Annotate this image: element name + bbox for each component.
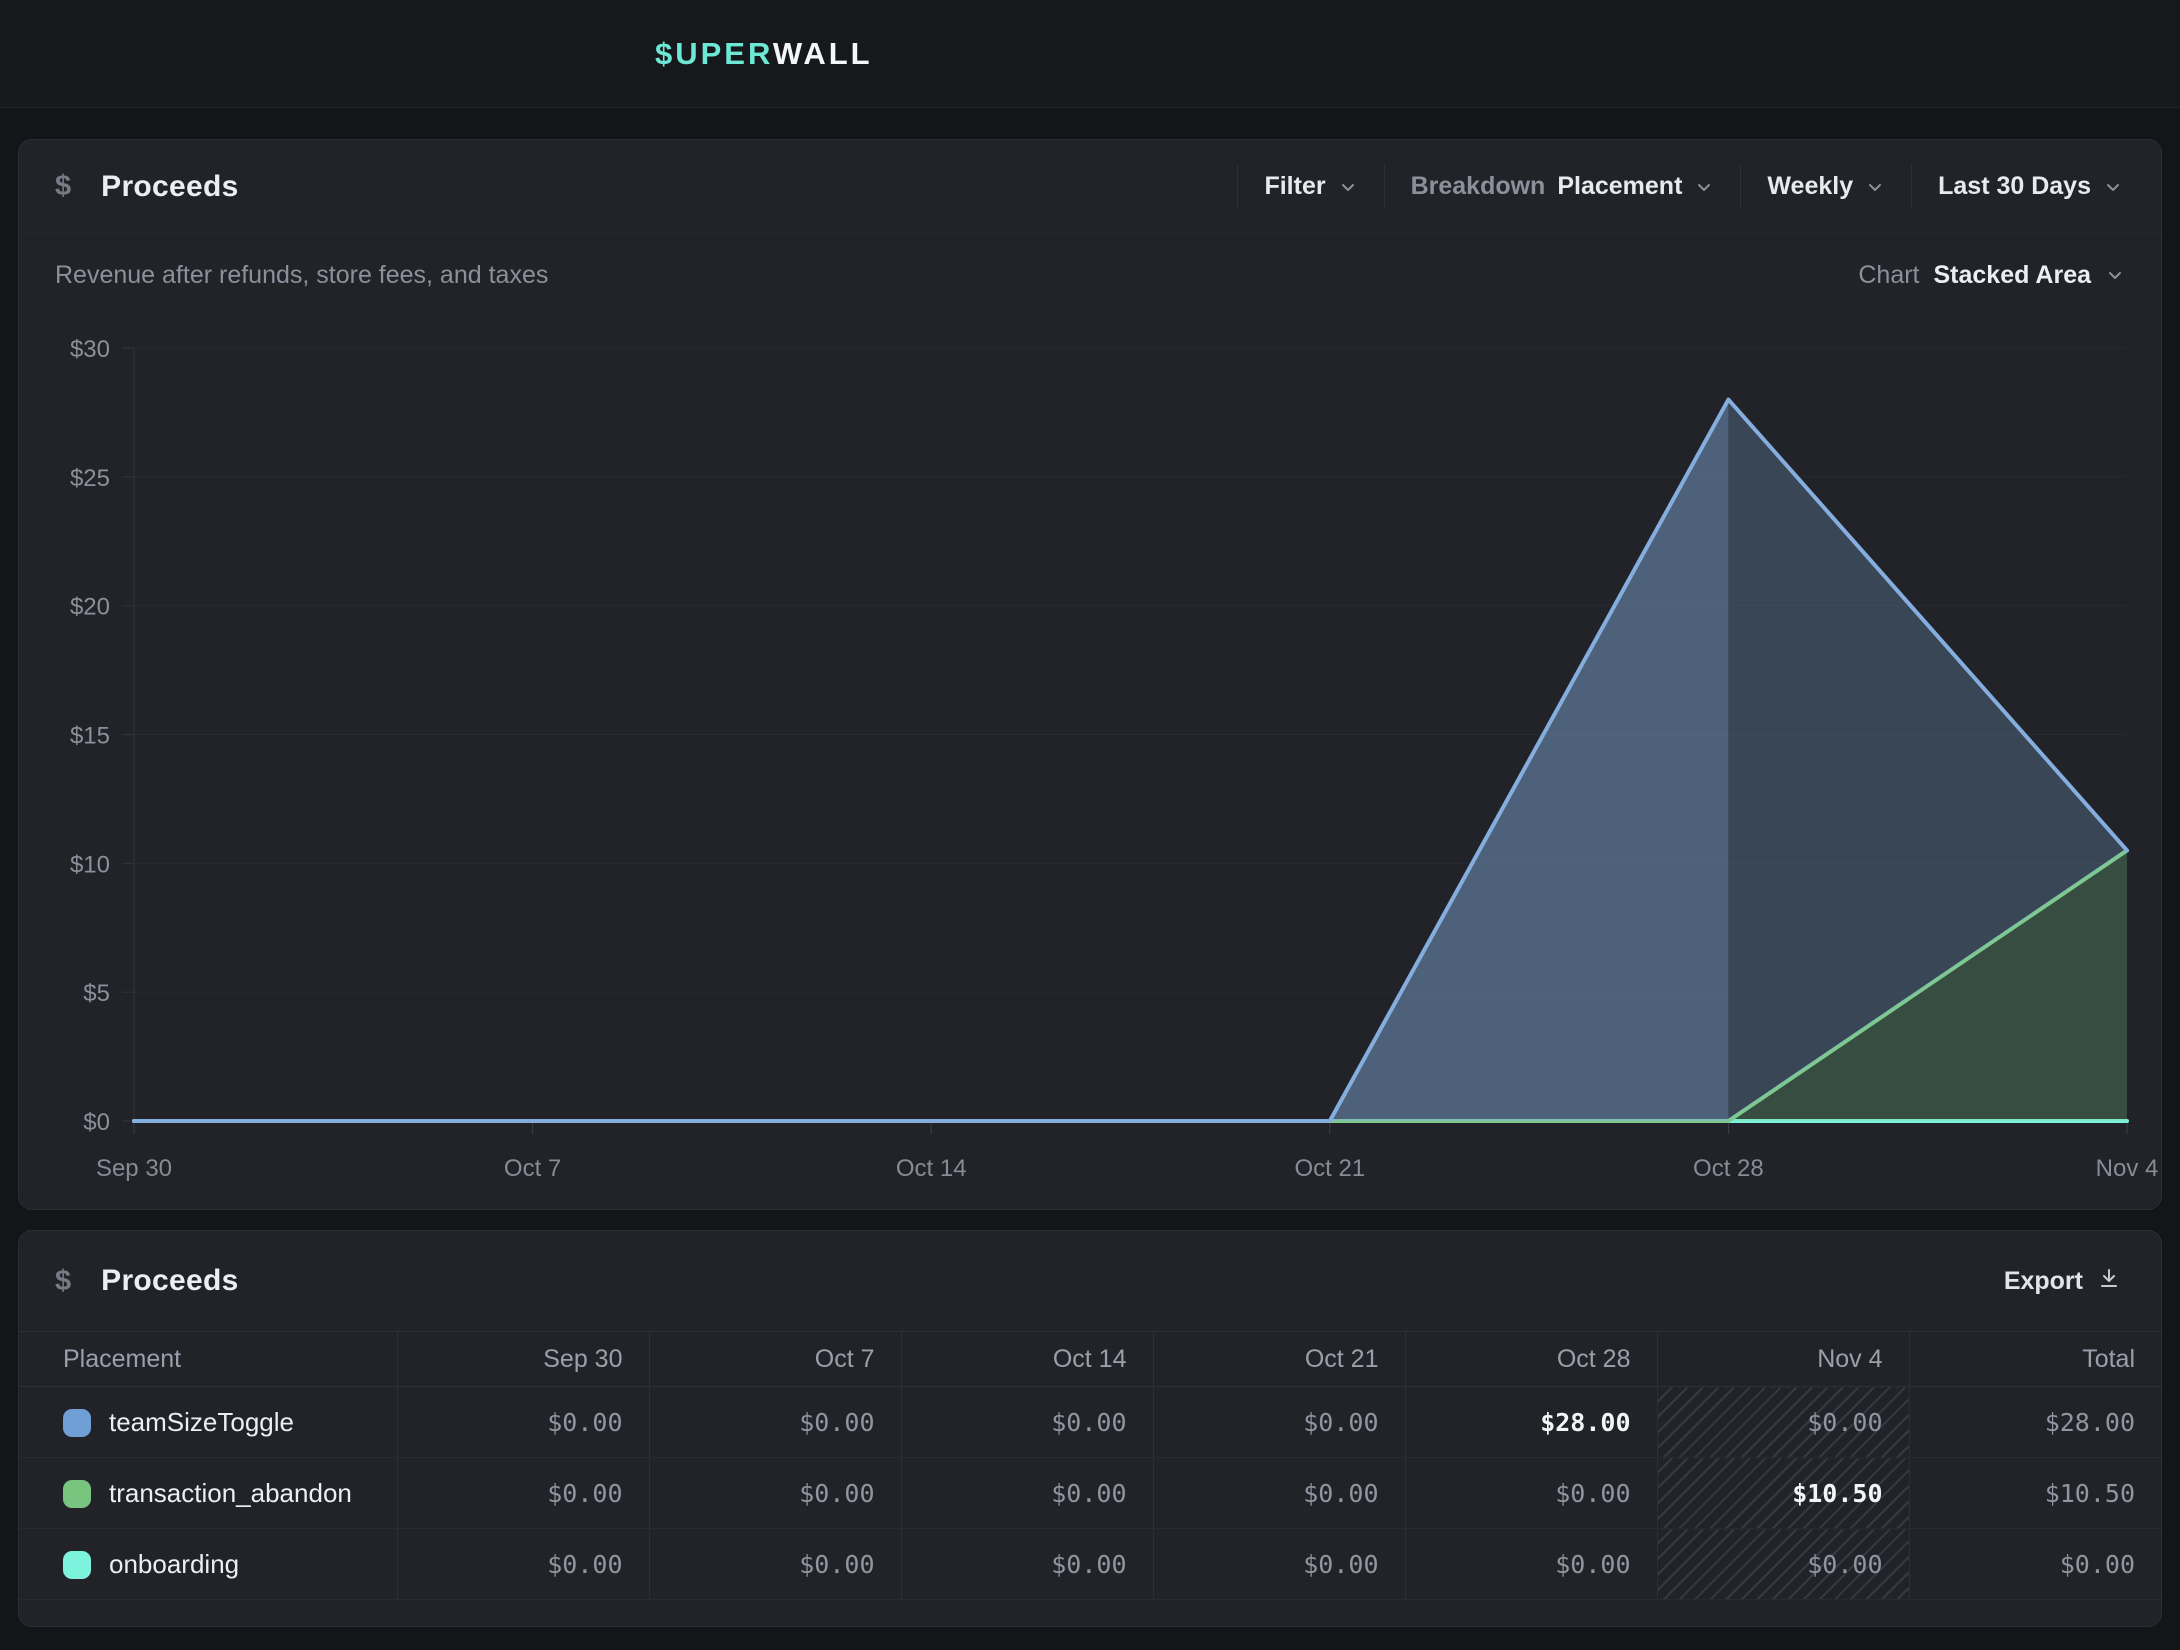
svg-text:$30: $30: [70, 336, 110, 363]
column-header-placement: Placement: [19, 1332, 397, 1387]
table-row[interactable]: transaction_abandon $0.00 $0.00 $0.00 $0…: [19, 1458, 2161, 1529]
chart-subtitle: Revenue after refunds, store fees, and t…: [55, 261, 548, 290]
chevron-down-icon: [1865, 177, 1885, 197]
value-cell: $0.00: [649, 1387, 901, 1458]
table-card-header: $ Proceeds Export: [19, 1231, 2161, 1331]
value-cell: $10.50: [1657, 1458, 1909, 1529]
logo-primary: $UPER: [655, 36, 773, 71]
breakdown-dropdown[interactable]: Breakdown Placement: [1385, 172, 1741, 201]
svg-text:$15: $15: [70, 723, 110, 750]
value-cell: $28.00: [1405, 1387, 1657, 1458]
value-cell: $0.00: [1153, 1458, 1405, 1529]
chart-card-title: Proceeds: [101, 170, 238, 204]
chevron-down-icon: [2103, 177, 2123, 197]
table-header-row: Placement Sep 30 Oct 7 Oct 14 Oct 21 Oct…: [19, 1332, 2161, 1387]
svg-text:Nov 4: Nov 4: [2096, 1155, 2159, 1182]
stacked-area-chart[interactable]: $30 $25 $20 $15 $10 $5 $0 Sep 30 Oct 7 Oct 14 Oct …: [19, 324, 2161, 1210]
table-card-title: Proceeds: [101, 1264, 238, 1298]
column-header-date: Oct 7: [649, 1332, 901, 1387]
top-nav: $UPERWALL: [0, 0, 2180, 108]
chart-type-value: Stacked Area: [1934, 261, 2092, 290]
svg-text:$10: $10: [70, 851, 110, 878]
value-cell: $0.00: [649, 1458, 901, 1529]
total-cell: $0.00: [1909, 1529, 2161, 1600]
value-cell: $0.00: [1153, 1529, 1405, 1600]
chevron-down-icon: [1338, 177, 1358, 197]
row-label: onboarding: [109, 1549, 239, 1579]
proceeds-table: Placement Sep 30 Oct 7 Oct 14 Oct 21 Oct…: [19, 1331, 2161, 1600]
breakdown-value: Placement: [1557, 172, 1682, 201]
dollar-icon: $: [55, 1265, 71, 1298]
date-range-dropdown[interactable]: Last 30 Days: [1912, 172, 2149, 201]
export-label: Export: [2004, 1267, 2083, 1296]
column-header-date: Oct 21: [1153, 1332, 1405, 1387]
row-label: teamSizeToggle: [109, 1407, 294, 1437]
table-row[interactable]: onboarding $0.00 $0.00 $0.00 $0.00 $0.00…: [19, 1529, 2161, 1600]
value-cell: $0.00: [901, 1458, 1153, 1529]
download-icon: [2097, 1266, 2121, 1297]
proceeds-chart-card: $ Proceeds Filter Breakdown Placement: [18, 139, 2162, 1210]
svg-text:$0: $0: [83, 1109, 110, 1136]
date-range-value: Last 30 Days: [1938, 172, 2091, 201]
value-cell: $0.00: [1153, 1387, 1405, 1458]
breakdown-label: Breakdown: [1411, 172, 1546, 201]
proceeds-table-card: $ Proceeds Export Placement Sep 30 Oct 7…: [18, 1230, 2162, 1627]
chevron-down-icon: [1694, 177, 1714, 197]
export-button[interactable]: Export: [2004, 1266, 2121, 1297]
svg-text:$20: $20: [70, 594, 110, 621]
row-label: transaction_abandon: [109, 1478, 352, 1508]
logo-secondary: WALL: [773, 36, 873, 71]
value-cell: $0.00: [1405, 1458, 1657, 1529]
svg-text:Oct 21: Oct 21: [1294, 1155, 1365, 1182]
svg-text:Oct 7: Oct 7: [504, 1155, 561, 1182]
svg-text:Oct 28: Oct 28: [1693, 1155, 1764, 1182]
column-header-total: Total: [1909, 1332, 2161, 1387]
chart-type-label: Chart: [1858, 261, 1919, 290]
chart-controls: Filter Breakdown Placement Weekly: [1237, 140, 2161, 233]
value-cell: $0.00: [397, 1529, 649, 1600]
value-cell: $0.00: [1657, 1529, 1909, 1600]
series-swatch: [63, 1551, 91, 1579]
dollar-icon: $: [55, 170, 71, 203]
series-swatch: [63, 1480, 91, 1508]
chevron-down-icon: [2105, 265, 2125, 285]
svg-text:$5: $5: [83, 980, 110, 1007]
total-cell: $10.50: [1909, 1458, 2161, 1529]
column-header-date: Nov 4: [1657, 1332, 1909, 1387]
total-cell: $28.00: [1909, 1387, 2161, 1458]
column-header-date: Oct 14: [901, 1332, 1153, 1387]
value-cell: $0.00: [1657, 1387, 1909, 1458]
column-header-date: Sep 30: [397, 1332, 649, 1387]
value-cell: $0.00: [397, 1387, 649, 1458]
chart-type-dropdown[interactable]: Chart Stacked Area: [1858, 261, 2125, 290]
column-header-date: Oct 28: [1405, 1332, 1657, 1387]
svg-text:Sep 30: Sep 30: [96, 1155, 172, 1182]
interval-value: Weekly: [1767, 172, 1853, 201]
value-cell: $0.00: [649, 1529, 901, 1600]
superwall-logo[interactable]: $UPERWALL: [655, 36, 873, 72]
value-cell: $0.00: [901, 1529, 1153, 1600]
filter-dropdown[interactable]: Filter: [1238, 172, 1383, 201]
svg-text:$25: $25: [70, 465, 110, 492]
value-cell: $0.00: [397, 1458, 649, 1529]
table-row[interactable]: teamSizeToggle $0.00 $0.00 $0.00 $0.00 $…: [19, 1387, 2161, 1458]
value-cell: $0.00: [901, 1387, 1153, 1458]
value-cell: $0.00: [1405, 1529, 1657, 1600]
filter-label: Filter: [1264, 172, 1325, 201]
chart-card-header: $ Proceeds Filter Breakdown Placement: [19, 140, 2161, 234]
interval-dropdown[interactable]: Weekly: [1741, 172, 1911, 201]
series-swatch: [63, 1409, 91, 1437]
svg-text:Oct 14: Oct 14: [896, 1155, 967, 1182]
